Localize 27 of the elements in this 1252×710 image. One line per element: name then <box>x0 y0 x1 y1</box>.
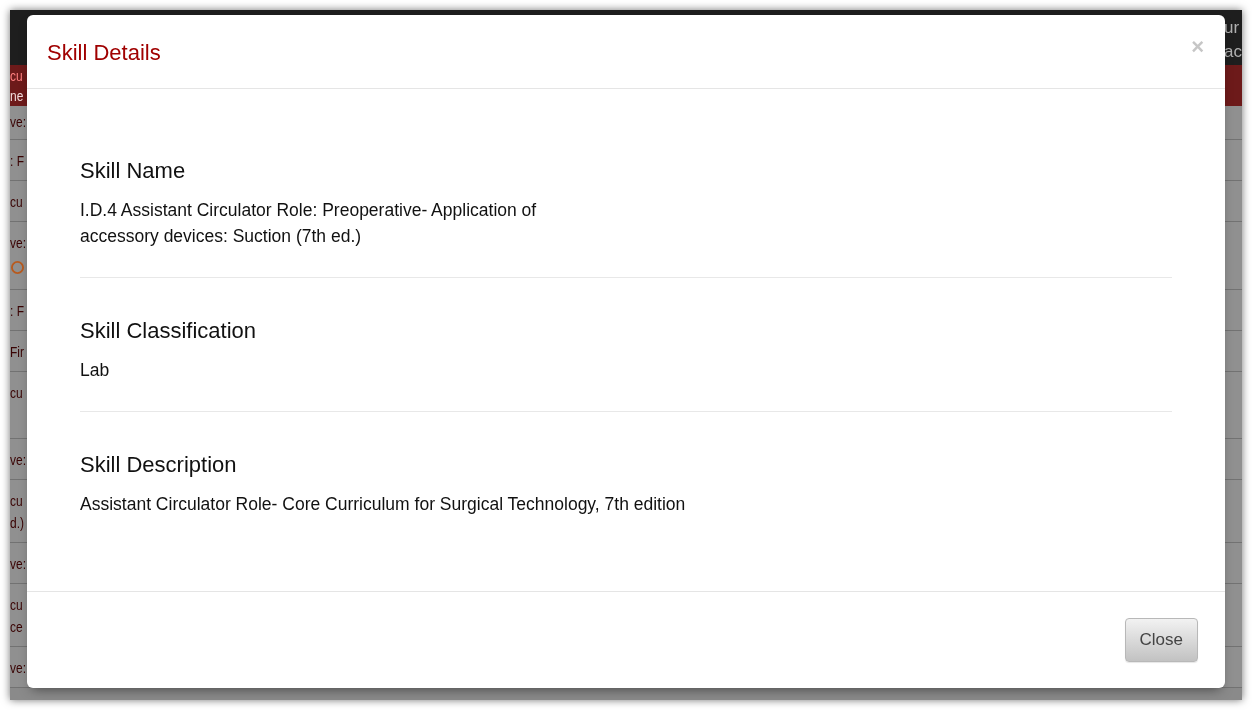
row-text: cu <box>10 383 23 403</box>
section-heading: Skill Name <box>80 158 187 184</box>
header-text: ur <box>1224 17 1241 39</box>
header-text: ac <box>1224 41 1242 63</box>
footer-close-button[interactable]: Close <box>1124 618 1198 662</box>
row-text: : F <box>10 151 24 171</box>
row-text: ve: <box>10 658 26 678</box>
section-text: I.D.4 Assistant Circulator Role: Preoperative- Application of accessory devices: Suction (7th ed.) <box>80 199 537 248</box>
section-text: Assistant Circulator Role- Core Curriculum for Surgical Technology, 7th edition <box>80 493 686 516</box>
row-text: ce <box>10 617 23 637</box>
nav-text: cu <box>10 66 23 86</box>
circle-icon <box>11 261 24 274</box>
row-text: d.) <box>10 513 24 533</box>
row-text: ve: <box>10 450 26 470</box>
section-heading: Skill Description <box>80 452 238 478</box>
section-heading: Skill Classification <box>80 318 258 344</box>
row-text: cu <box>10 192 23 212</box>
section-text: Lab <box>80 359 110 382</box>
row-text: cu <box>10 491 23 511</box>
row-text: ve: <box>10 112 26 132</box>
row-text: : F <box>10 301 24 321</box>
nav-text: ne <box>10 86 24 106</box>
row-text: Fir <box>10 342 24 362</box>
dialog-title: Skill Details <box>47 39 161 66</box>
row-text: ve: <box>10 554 26 574</box>
row-text: cu <box>10 595 23 615</box>
row-text: ve: <box>10 233 26 253</box>
